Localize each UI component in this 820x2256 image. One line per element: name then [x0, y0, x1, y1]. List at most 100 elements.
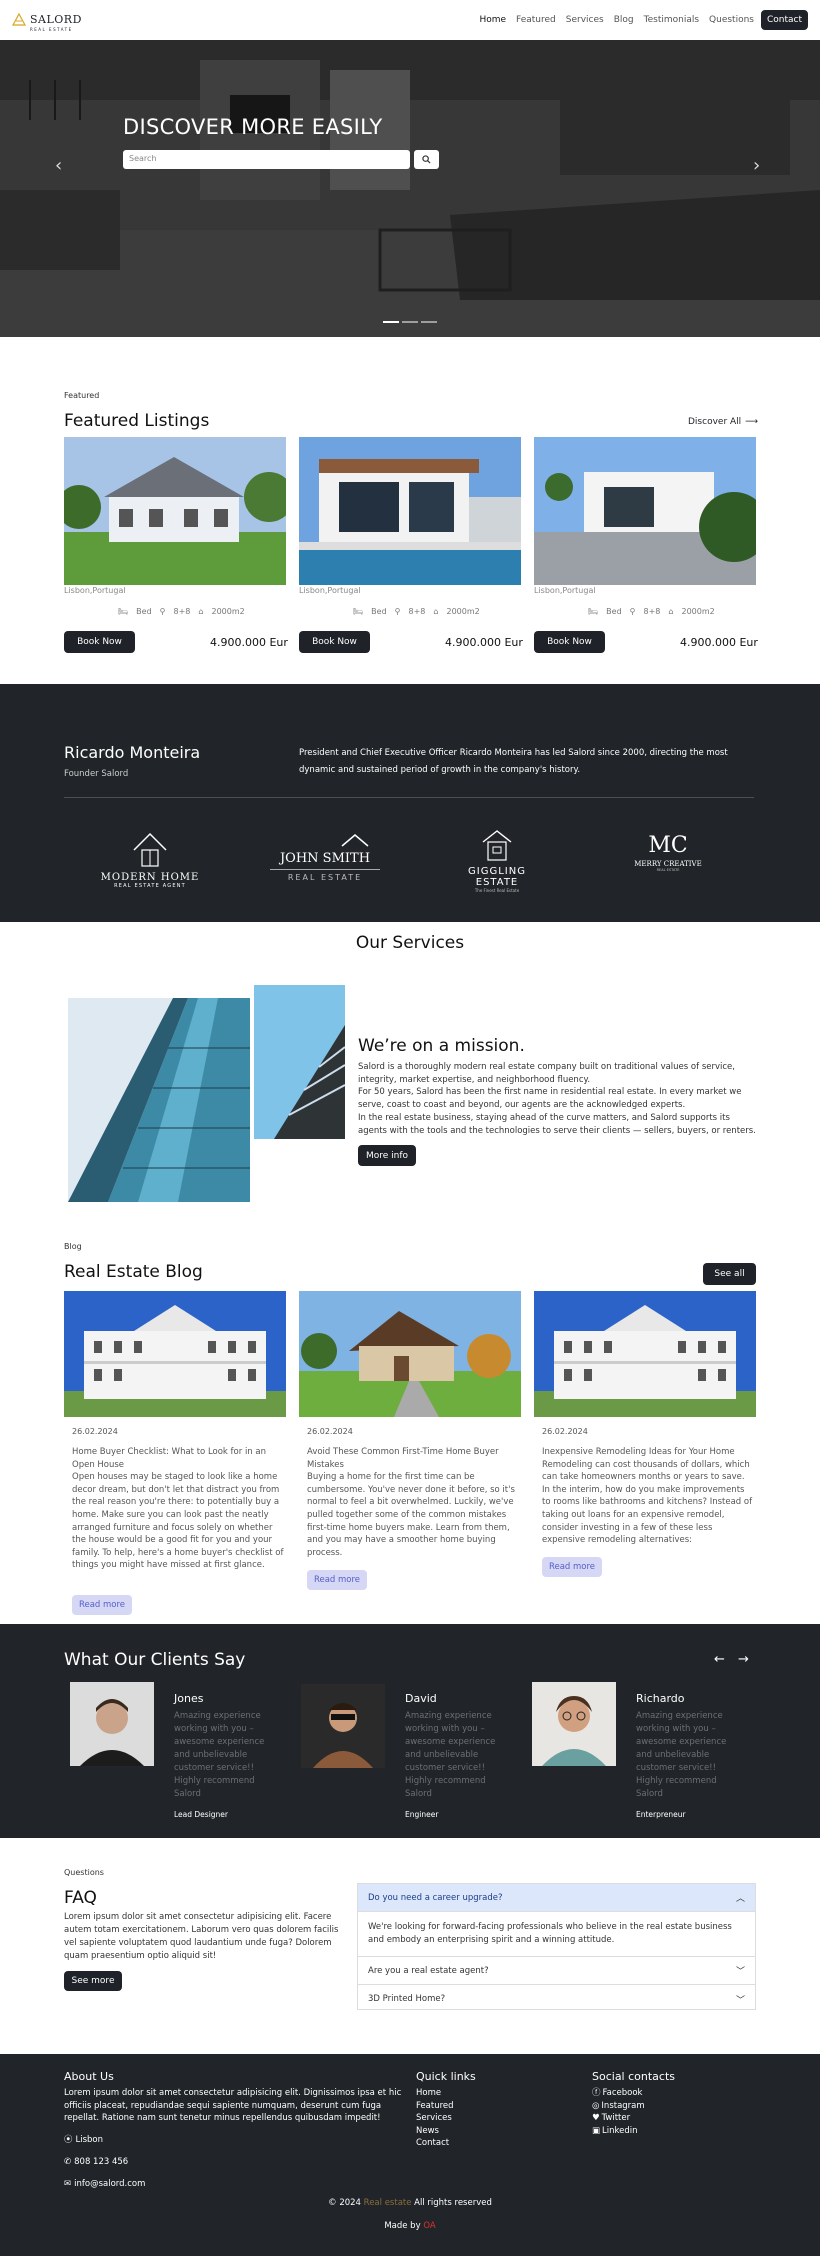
more-info-button[interactable]: More info: [358, 1145, 416, 1166]
social-facebook[interactable]: ⓕ Facebook: [592, 2087, 642, 2100]
made-by-link[interactable]: OA: [423, 2221, 435, 2231]
book-now-button[interactable]: Book Now: [299, 631, 370, 653]
listing-specs: 🛏 Bed ⚲ 8+8 ⌂ 2000m2: [118, 607, 245, 616]
bed-label: Bed: [136, 607, 152, 616]
brand-line3: The Finest Real Estate: [474, 888, 520, 893]
footer-link[interactable]: Home: [416, 2087, 441, 2100]
footer-link[interactable]: Services: [416, 2112, 452, 2125]
testimonial-role: Lead Designer: [174, 1810, 228, 1819]
mansion-photo: [534, 1291, 756, 1417]
footer-phone[interactable]: ✆ 808 123 456: [64, 2156, 128, 2169]
testimonials-next-button[interactable]: →: [738, 1652, 749, 1667]
testimonial-text: Amazing experience working with you – aw…: [174, 1711, 265, 1799]
copyright-prefix: © 2024: [328, 2198, 361, 2208]
blog-date: 26.02.2024: [542, 1427, 588, 1436]
copyright-link[interactable]: Real estate: [364, 2198, 412, 2208]
phone-icon: ✆: [64, 2157, 72, 2167]
hero-search-input[interactable]: Search: [123, 150, 410, 169]
bed-icon: 🛏: [588, 607, 599, 616]
carousel-indicator-1[interactable]: [383, 321, 399, 323]
brand-line2: MERRY CREATIVE: [634, 860, 702, 868]
listing-location: Lisbon,Portugal: [64, 586, 126, 595]
listing-price: 4.900.000 Eur: [445, 636, 523, 649]
house-photo: [64, 437, 286, 585]
footer-link[interactable]: Contact: [416, 2137, 449, 2150]
blog-image[interactable]: [534, 1291, 756, 1417]
faq-question-1[interactable]: Do you need a career upgrade? ︿: [358, 1884, 755, 1912]
footer-about-text: Lorem ipsum dolor sit amet consectetur a…: [64, 2088, 402, 2123]
faq-answer-1: We're looking for forward-facing profess…: [358, 1912, 755, 1957]
nav-blog[interactable]: Blog: [609, 15, 639, 25]
blog-date: 26.02.2024: [72, 1427, 118, 1436]
faq-question-2[interactable]: Are you a real estate agent? ﹀: [358, 1957, 755, 1985]
copyright: © 2024 Real estate All rights reserved: [0, 2197, 820, 2210]
logo-text: SALORD: [30, 13, 82, 26]
faq-question-text: Do you need a career upgrade?: [368, 1892, 503, 1903]
listing-image[interactable]: [534, 437, 756, 585]
hero-prev-arrow[interactable]: ‹: [55, 155, 62, 176]
hero-next-arrow[interactable]: ›: [753, 155, 760, 176]
footer-email[interactable]: ✉ info@salord.com: [64, 2178, 145, 2191]
nav-testimonials[interactable]: Testimonials: [639, 15, 704, 25]
bath-label: 8+8: [408, 607, 426, 616]
blog-image[interactable]: [64, 1291, 286, 1417]
faq-accordion: Do you need a career upgrade? ︿ We're lo…: [357, 1883, 756, 2010]
nav-home[interactable]: Home: [474, 15, 511, 25]
footer-link[interactable]: News: [416, 2125, 439, 2138]
building-icon: [482, 830, 512, 861]
linkedin-icon: ▣: [592, 2125, 601, 2136]
footer-link[interactable]: Featured: [416, 2100, 454, 2113]
listing-location: Lisbon,Portugal: [534, 586, 596, 595]
blog-date: 26.02.2024: [307, 1427, 353, 1436]
footer-links-title: Quick links: [416, 2070, 476, 2083]
mansion-photo: [64, 1291, 286, 1417]
faq-question-text: 3D Printed Home?: [368, 1994, 446, 2004]
mission-paragraph-1: Salord is a thoroughly modern real estat…: [358, 1062, 735, 1085]
brand-line1: MODERN: [100, 872, 157, 883]
mission-title: We’re on a mission.: [358, 1036, 525, 1056]
footer-phone-text: 808 123 456: [74, 2157, 129, 2167]
avatar: [70, 1682, 154, 1766]
read-more-button[interactable]: Read more: [542, 1557, 602, 1577]
area-icon: ⌂: [433, 607, 439, 616]
social-instagram[interactable]: ◎ Instagram: [592, 2100, 645, 2113]
faq-question-3[interactable]: 3D Printed Home? ﹀: [358, 1985, 755, 2013]
social-linkedin[interactable]: ▣ Linkedin: [592, 2125, 638, 2138]
contact-button[interactable]: Contact: [760, 10, 808, 30]
book-now-button[interactable]: Book Now: [64, 631, 135, 653]
house-photo: [534, 437, 756, 585]
brand-line1: GIGGLING: [468, 866, 526, 877]
carousel-indicator-3[interactable]: [421, 321, 437, 323]
carousel-indicator-2[interactable]: [402, 321, 418, 323]
blog-post: Avoid These Common First-Time Home Buyer…: [307, 1446, 519, 1559]
footer-about-title: About Us: [64, 2070, 114, 2083]
listing-image[interactable]: [299, 437, 521, 585]
social-label: Instagram: [601, 2100, 645, 2111]
house-icon: [133, 832, 167, 867]
discover-all-link[interactable]: Discover All ⟶: [688, 417, 758, 427]
listing-price: 4.900.000 Eur: [210, 636, 288, 649]
avatar: [532, 1682, 616, 1766]
founder-name: Ricardo Monteira: [64, 743, 201, 762]
blog-title: Real Estate Blog: [64, 1262, 203, 1282]
blog-post-body: Open houses may be staged to look like a…: [72, 1472, 284, 1571]
listing-image[interactable]: [64, 437, 286, 585]
testimonials-prev-button[interactable]: ←: [714, 1652, 725, 1667]
blog-image[interactable]: [299, 1291, 521, 1417]
nav-featured[interactable]: Featured: [511, 15, 561, 25]
nav-questions[interactable]: Questions: [704, 15, 759, 25]
featured-title: Featured Listings: [64, 411, 210, 431]
read-more-button[interactable]: Read more: [72, 1595, 132, 1615]
read-more-button[interactable]: Read more: [307, 1570, 367, 1590]
footer-location: ⦿ Lisbon: [64, 2134, 103, 2147]
main-menu: Home Featured Services Blog Testimonials…: [474, 10, 808, 30]
blog-post-title: Inexpensive Remodeling Ideas for Your Ho…: [542, 1447, 735, 1457]
hero-search-button[interactable]: [414, 150, 439, 169]
person-photo: [542, 1696, 606, 1766]
see-all-button[interactable]: See all: [703, 1263, 756, 1285]
logo[interactable]: SALORD REAL ESTATE: [12, 8, 82, 32]
see-more-button[interactable]: See more: [64, 1971, 122, 1991]
social-twitter[interactable]: ♥ Twitter: [592, 2112, 630, 2125]
nav-services[interactable]: Services: [561, 15, 609, 25]
book-now-button[interactable]: Book Now: [534, 631, 605, 653]
